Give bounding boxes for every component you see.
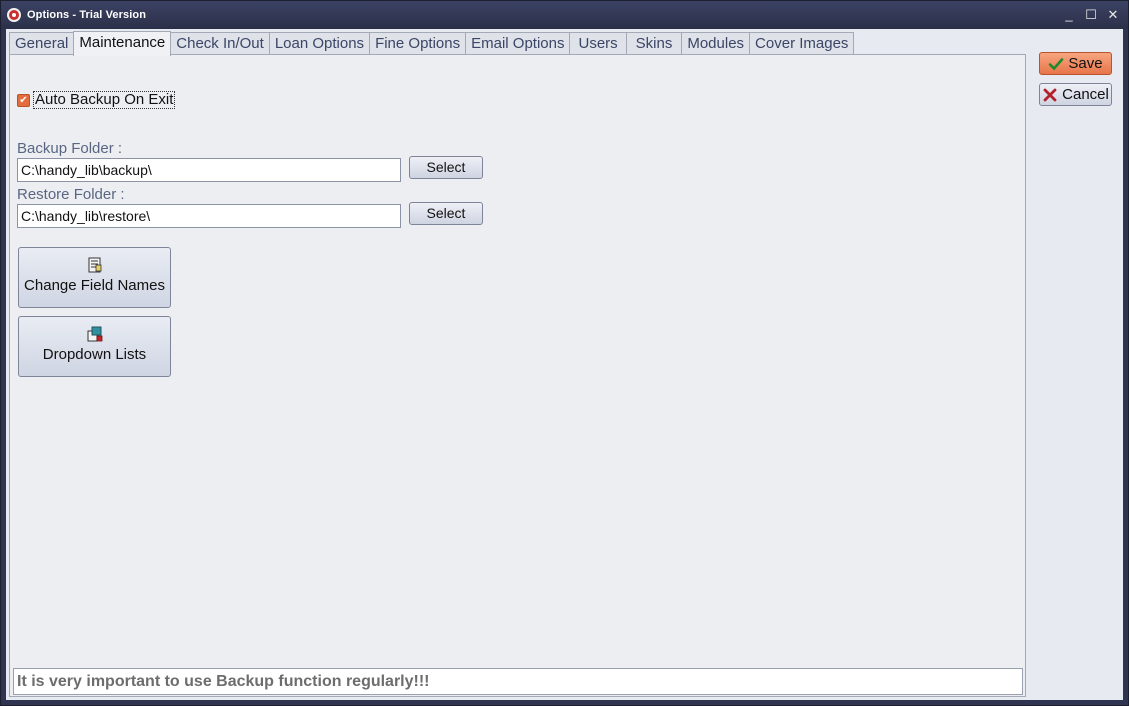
- tab-modules[interactable]: Modules: [681, 32, 751, 55]
- auto-backup-row[interactable]: ✔ Auto Backup On Exit: [17, 91, 176, 109]
- maximize-button[interactable]: ☐: [1082, 6, 1100, 24]
- title-bar[interactable]: Options - Trial Version _ ☐ ✕: [1, 1, 1128, 29]
- tab-fine-options[interactable]: Fine Options: [369, 32, 467, 55]
- x-mark-icon: [1043, 88, 1057, 101]
- dropdown-lists-label: Dropdown Lists: [42, 346, 147, 363]
- options-window: Options - Trial Version _ ☐ ✕ General Ma…: [0, 0, 1129, 706]
- cancel-label: Cancel: [1062, 86, 1109, 103]
- close-button[interactable]: ✕: [1104, 6, 1122, 24]
- backup-folder-label: Backup Folder :: [17, 140, 123, 157]
- tab-check-in-out[interactable]: Check In/Out: [170, 32, 270, 55]
- tab-strip: General Maintenance Check In/Out Loan Op…: [9, 31, 855, 56]
- restore-folder-input[interactable]: C:\handy_lib\restore\: [17, 204, 401, 228]
- tab-users[interactable]: Users: [569, 32, 627, 55]
- checkmark-icon: [1049, 57, 1064, 70]
- change-field-names-label: Change Field Names: [24, 277, 165, 294]
- tab-cover-images[interactable]: Cover Images: [749, 32, 855, 55]
- cancel-button[interactable]: Cancel: [1039, 83, 1112, 106]
- tab-loan-options[interactable]: Loan Options: [268, 32, 371, 55]
- restore-folder-label: Restore Folder :: [17, 186, 125, 203]
- tab-maintenance[interactable]: Maintenance: [73, 31, 172, 56]
- restore-select-button[interactable]: Select: [409, 202, 483, 225]
- auto-backup-label[interactable]: Auto Backup On Exit: [33, 91, 176, 109]
- minimize-button[interactable]: _: [1060, 6, 1078, 24]
- client-area: General Maintenance Check In/Out Loan Op…: [6, 29, 1123, 700]
- change-field-names-button[interactable]: Change Field Names: [18, 247, 171, 308]
- maintenance-panel: ✔ Auto Backup On Exit Backup Folder : C:…: [9, 54, 1026, 697]
- document-edit-icon: [88, 257, 101, 273]
- save-button[interactable]: Save: [1039, 52, 1112, 75]
- window-controls: _ ☐ ✕: [1060, 6, 1122, 24]
- list-arrow-icon: [87, 326, 102, 342]
- tab-email-options[interactable]: Email Options: [465, 32, 571, 55]
- backup-select-button[interactable]: Select: [409, 156, 483, 179]
- window-title: Options - Trial Version: [27, 9, 147, 21]
- app-logo-icon[interactable]: [7, 8, 21, 22]
- dropdown-lists-button[interactable]: Dropdown Lists: [18, 316, 171, 377]
- backup-folder-input[interactable]: C:\handy_lib\backup\: [17, 158, 401, 182]
- save-label: Save: [1068, 55, 1103, 72]
- status-message: It is very important to use Backup funct…: [13, 668, 1023, 695]
- auto-backup-checkbox[interactable]: ✔: [17, 93, 30, 107]
- tab-general[interactable]: General: [9, 32, 75, 55]
- tab-skins[interactable]: Skins: [625, 32, 683, 55]
